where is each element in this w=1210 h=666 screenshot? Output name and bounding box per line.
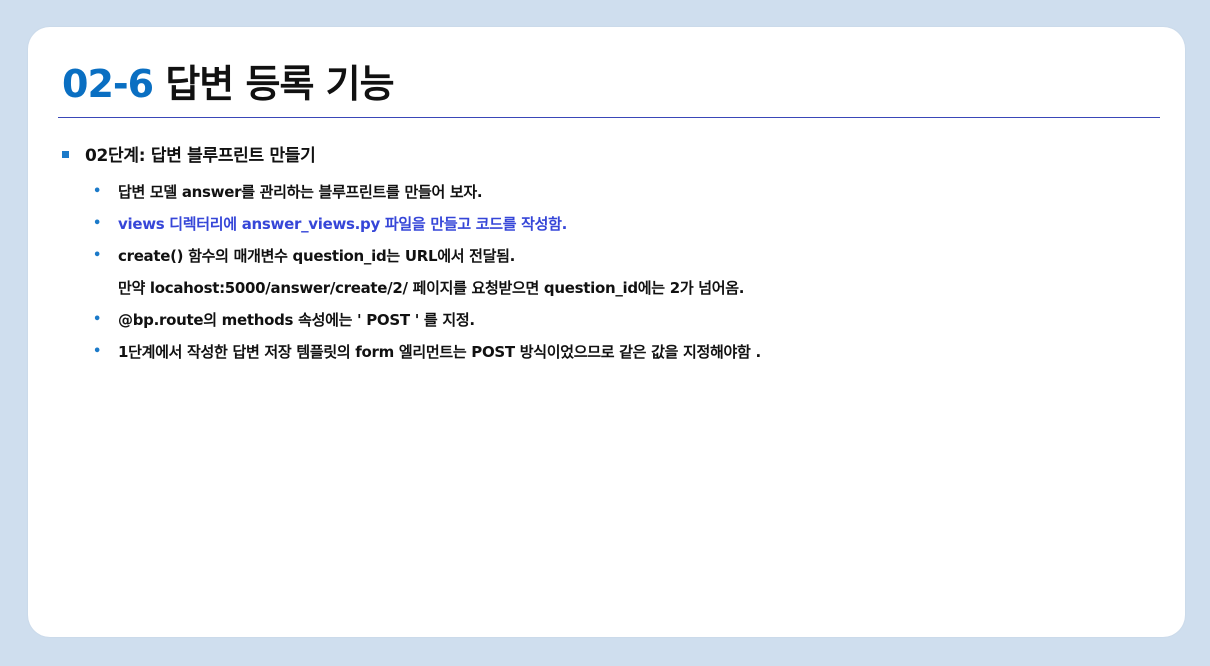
section-label: 02단계: 답변 블루프린트 만들기 <box>85 146 316 166</box>
list-item-highlighted: • views 디렉터리에 answer_views.py 파일을 만들고 코드… <box>90 208 761 240</box>
square-bullet-icon <box>62 150 69 158</box>
item-text: 답변 모델 answer를 관리하는 블루프린트를 만들어 보자. <box>118 183 483 201</box>
bullet-dot-icon: • <box>93 344 102 359</box>
list-item: • 1단계에서 작성한 답변 저장 템플릿의 form 엘리먼트는 POST 방… <box>90 336 761 368</box>
item-text: @bp.route의 methods 속성에는 ' POST ' 를 지정. <box>118 311 475 329</box>
title-number: 02-6 <box>62 62 154 106</box>
item-continuation: 만약 locahost:5000/answer/create/2/ 페이지를 요… <box>118 279 745 297</box>
bullet-list: • 답변 모델 answer를 관리하는 블루프린트를 만들어 보자. • vi… <box>90 176 761 368</box>
list-item: • create() 함수의 매개변수 question_id는 URL에서 전… <box>90 240 761 304</box>
item-text: create() 함수의 매개변수 question_id는 URL에서 전달됨… <box>118 247 516 265</box>
section-heading: 02단계: 답변 블루프린트 만들기 <box>62 143 316 169</box>
title-divider <box>58 117 1160 118</box>
list-item: • 답변 모델 answer를 관리하는 블루프린트를 만들어 보자. <box>90 176 761 208</box>
bullet-dot-icon: • <box>93 312 102 327</box>
bullet-dot-icon: • <box>93 184 102 199</box>
list-item: • @bp.route의 methods 속성에는 ' POST ' 를 지정. <box>90 304 761 336</box>
slide-title: 02-6 답변 등록 기능 <box>62 57 395 111</box>
item-text: 1단계에서 작성한 답변 저장 템플릿의 form 엘리먼트는 POST 방식이… <box>118 343 761 361</box>
bullet-dot-icon: • <box>93 248 102 263</box>
title-text: 답변 등록 기능 <box>165 62 394 106</box>
item-text: views 디렉터리에 answer_views.py 파일을 만들고 코드를 … <box>118 215 568 233</box>
slide: 02-6 답변 등록 기능 02단계: 답변 블루프린트 만들기 • 답변 모델… <box>28 27 1185 637</box>
bullet-dot-icon: • <box>93 216 102 231</box>
